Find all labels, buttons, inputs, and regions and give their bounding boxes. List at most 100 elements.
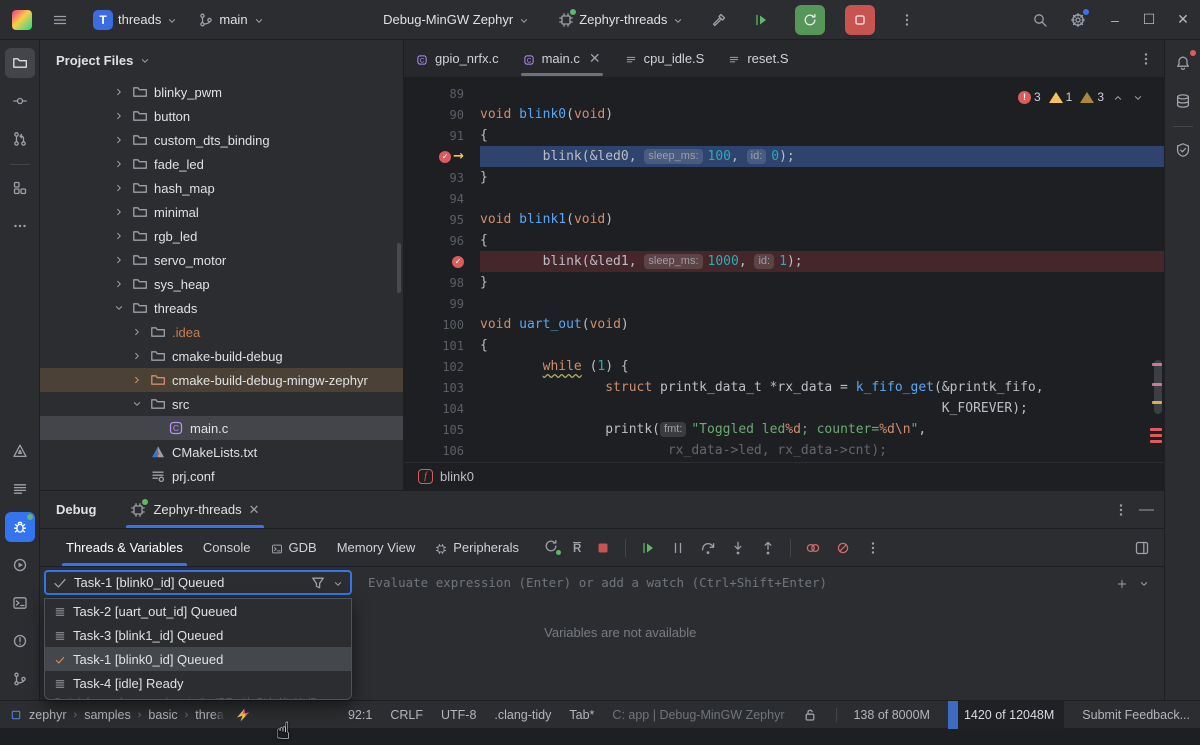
status-breadcrumb-samples[interactable]: samples: [84, 708, 131, 722]
chevron-right-icon[interactable]: [110, 230, 128, 242]
main-menu-button[interactable]: [46, 6, 74, 34]
debug-session-selector[interactable]: Zephyr-threads: [551, 6, 691, 34]
layout-settings-button[interactable]: [1134, 539, 1150, 556]
tree-item-main-c[interactable]: Cmain.c: [40, 416, 403, 440]
line-number[interactable]: 96: [404, 234, 480, 248]
prev-problem-button[interactable]: [1112, 90, 1124, 104]
chevron-right-icon[interactable]: [110, 86, 128, 98]
debug-tab-threads-variables[interactable]: Threads & Variables: [56, 529, 193, 566]
step-into-button[interactable]: [730, 539, 746, 556]
submit-feedback-link[interactable]: Submit Feedback...: [1082, 708, 1190, 722]
chevron-right-icon[interactable]: [110, 278, 128, 290]
debug-tab-peripherals[interactable]: Peripherals: [425, 529, 529, 566]
window-close-button[interactable]: ✕: [1166, 0, 1200, 40]
code-line-106[interactable]: 106 rx_data->led, rx_data->cnt);: [404, 440, 1164, 461]
breadcrumb-function[interactable]: blink0: [440, 469, 474, 484]
line-number[interactable]: 105: [404, 423, 480, 437]
next-problem-button[interactable]: [1132, 90, 1144, 104]
line-number[interactable]: 100: [404, 318, 480, 332]
line-number[interactable]: 104: [404, 402, 480, 416]
code-line-100[interactable]: 100void uart_out(void): [404, 314, 1164, 335]
toolwindow-problems-button[interactable]: [5, 626, 35, 656]
view-breakpoints-button[interactable]: [805, 539, 821, 556]
heap-indicator[interactable]: 138 of 8000M: [836, 708, 929, 722]
tree-item-rgb-led[interactable]: rgb_led: [40, 224, 403, 248]
toolwindow-todo-button[interactable]: [5, 474, 35, 504]
breakpoint-icon[interactable]: ✓: [439, 151, 451, 163]
code-line-97[interactable]: ✓ blink(&led1, sleep_ms:1000, id:1);: [404, 251, 1164, 272]
filter-icon[interactable]: [310, 574, 326, 591]
toolwindow-git-button[interactable]: [5, 664, 35, 694]
inspection-profile[interactable]: .clang-tidy: [494, 708, 551, 722]
tree-item-sys-heap[interactable]: sys_heap: [40, 272, 403, 296]
line-number[interactable]: 91: [404, 129, 480, 143]
debug-more-button[interactable]: [865, 539, 881, 556]
line-number[interactable]: 94: [404, 192, 480, 206]
line-number[interactable]: 89: [404, 87, 480, 101]
debug-tab-memory-view[interactable]: Memory View: [327, 529, 426, 566]
resume-button[interactable]: [640, 539, 656, 556]
code-line-105[interactable]: 105 printk(fmt:"Toggled led%d; counter=%…: [404, 419, 1164, 440]
toolwindow-structure-button[interactable]: [5, 173, 35, 203]
debug-session-tab[interactable]: Zephyr-threads ✕: [122, 491, 267, 528]
breakpoint-gutter[interactable]: ✓→: [404, 149, 480, 164]
close-icon[interactable]: ✕: [589, 50, 601, 67]
editor-tab-main-c[interactable]: Cmain.c✕: [511, 40, 613, 77]
inspections-widget[interactable]: !3 1 3: [1018, 90, 1144, 104]
status-breadcrumb-zephyr[interactable]: zephyr: [29, 708, 67, 722]
editor-tab-reset-s[interactable]: reset.S: [716, 40, 800, 77]
scrollbar-thumb[interactable]: [1154, 360, 1162, 414]
project-view-header[interactable]: Project Files: [40, 40, 403, 80]
tree-item-cmake-build-debug[interactable]: cmake-build-debug: [40, 344, 403, 368]
tree-item-src[interactable]: src: [40, 392, 403, 416]
code-line-93[interactable]: 93}: [404, 167, 1164, 188]
line-number[interactable]: 90: [404, 108, 480, 122]
window-minimize-button[interactable]: –: [1098, 0, 1132, 40]
mute-breakpoints-button[interactable]: [835, 539, 851, 556]
frame-option-task-4[interactable]: Task-4 [idle] Ready: [45, 671, 351, 695]
search-everywhere-button[interactable]: [1026, 6, 1054, 34]
code-line-95[interactable]: 95void blink1(void): [404, 209, 1164, 230]
toolwindow-cmake-button[interactable]: [5, 436, 35, 466]
indent-style[interactable]: Tab*: [569, 708, 594, 722]
code-line-99[interactable]: 99: [404, 293, 1164, 314]
chevron-right-icon[interactable]: [110, 206, 128, 218]
tree-item-custom-dts-binding[interactable]: custom_dts_binding: [40, 128, 403, 152]
toolwindow-project-button[interactable]: [5, 48, 35, 78]
toolwindow-commit-button[interactable]: [5, 86, 35, 116]
tree-item-cmakelists-txt[interactable]: CMakeLists.txt: [40, 440, 403, 464]
rerun-debug-button[interactable]: [543, 538, 559, 557]
tree-item-prj-conf[interactable]: prj.conf: [40, 464, 403, 488]
line-number[interactable]: 103: [404, 381, 480, 395]
editor-tab-cpu-idle-s[interactable]: cpu_idle.S: [613, 40, 717, 77]
chevron-right-icon[interactable]: [128, 374, 146, 386]
chevron-right-icon[interactable]: [110, 254, 128, 266]
code-line-90[interactable]: 90void blink0(void): [404, 104, 1164, 125]
code-line-94[interactable]: 94: [404, 188, 1164, 209]
code-line-103[interactable]: 103 struct printk_data_t *rx_data = k_fi…: [404, 377, 1164, 398]
status-breadcrumb-basic[interactable]: basic: [148, 708, 177, 722]
step-over-button[interactable]: [700, 539, 716, 556]
chevron-down-icon[interactable]: [332, 575, 344, 590]
tree-item-button[interactable]: button: [40, 104, 403, 128]
chevron-right-icon[interactable]: [128, 350, 146, 362]
status-breadcrumb-threads[interactable]: threads: [195, 708, 225, 722]
line-number[interactable]: 95: [404, 213, 480, 227]
unlock-icon[interactable]: [802, 707, 818, 723]
code-line-102[interactable]: 102 while (1) {: [404, 356, 1164, 377]
line-number[interactable]: 93: [404, 171, 480, 185]
tree-item-minimal[interactable]: minimal: [40, 200, 403, 224]
toolwindow-dependency-checker-button[interactable]: [1168, 135, 1198, 165]
tree-item-fade-led[interactable]: fade_led: [40, 152, 403, 176]
line-separator[interactable]: CRLF: [390, 708, 423, 722]
rerun-debug-button[interactable]: [795, 5, 825, 35]
notifications-button[interactable]: [1168, 48, 1198, 78]
pause-button[interactable]: [670, 539, 686, 556]
editor-breadcrumbs[interactable]: f blink0: [404, 462, 1164, 490]
tree-item-cmake-build-debug-mingw-zephyr[interactable]: cmake-build-debug-mingw-zephyr: [40, 368, 403, 392]
chevron-down-icon[interactable]: [1138, 575, 1150, 590]
project-scrollbar[interactable]: [397, 243, 401, 293]
debug-options-button[interactable]: [1113, 501, 1129, 518]
code-line-101[interactable]: 101{: [404, 335, 1164, 356]
memory-indicator[interactable]: 1420 of 12048M: [948, 701, 1064, 729]
